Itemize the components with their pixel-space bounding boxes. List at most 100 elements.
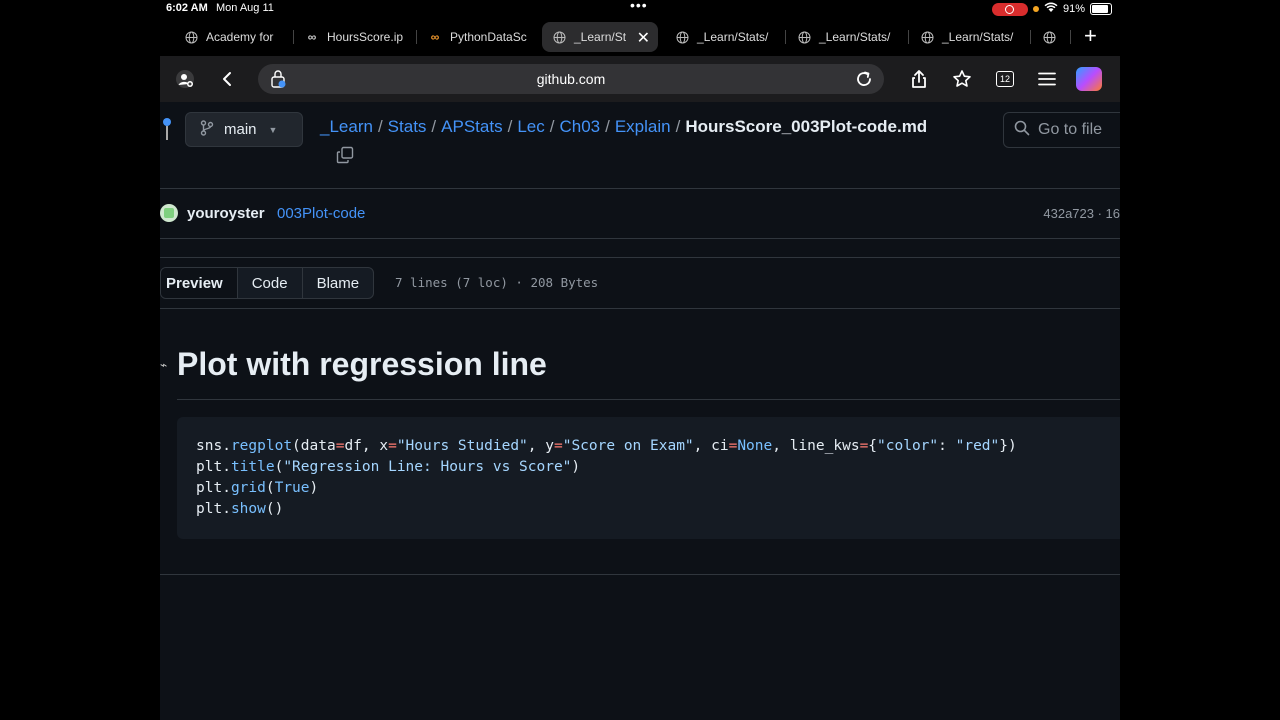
browser-toolbar: github.com 12 xyxy=(160,56,1120,102)
globe-icon xyxy=(920,30,934,44)
code-token: "Regression Line: Hours vs Score" xyxy=(283,459,572,475)
code-token: df, x xyxy=(344,438,389,454)
tab-divider xyxy=(785,30,786,44)
globe-icon xyxy=(675,30,689,44)
code-content: sns.regplot(data=df, x="Hours Studied", … xyxy=(196,438,1017,517)
breadcrumb-separator: / xyxy=(507,117,513,136)
tab-divider xyxy=(908,30,909,44)
tab-learn-stats-2[interactable]: _Learn/Stats/ xyxy=(797,22,897,52)
code-token: , line_kws xyxy=(772,438,860,454)
colab-icon: ∞ xyxy=(430,30,440,44)
tab-label: _Learn/Stats/ xyxy=(697,30,769,44)
globe-icon xyxy=(184,30,198,44)
avatar[interactable] xyxy=(160,204,178,222)
tab-count-icon[interactable]: 12 xyxy=(992,66,1018,92)
code-token: () xyxy=(265,501,284,517)
copy-path-icon[interactable] xyxy=(336,146,354,164)
code-token: , y xyxy=(527,438,554,454)
code-token: : xyxy=(938,438,956,454)
content-divider xyxy=(160,574,1120,575)
tab-label: Academy for xyxy=(206,30,274,44)
tab-label: _Learn/St xyxy=(574,30,627,44)
url-host: github.com xyxy=(536,71,606,87)
screen-recording-icon xyxy=(991,2,1028,16)
tab-label: _Learn/Stats/ xyxy=(942,30,1014,44)
code-token: "red" xyxy=(955,438,1000,454)
share-icon[interactable] xyxy=(906,66,932,92)
globe-icon xyxy=(797,30,811,44)
tab-active[interactable]: _Learn/St ✕ xyxy=(542,22,658,52)
code-token: True xyxy=(274,480,310,496)
breadcrumb-apstats[interactable]: APStats xyxy=(441,117,502,136)
tab-label: _Learn/Stats/ xyxy=(819,30,891,44)
breadcrumb-separator: / xyxy=(549,117,555,136)
browser-screen: 6:02 AM Mon Aug 11 ••• 91% Academy for ∞… xyxy=(160,0,1120,720)
breadcrumb-separator: / xyxy=(431,117,437,136)
sidebar-toggle[interactable] xyxy=(160,126,168,140)
globe-icon xyxy=(1042,30,1056,44)
view-mode-toggle: Preview Code Blame xyxy=(160,267,375,299)
address-bar[interactable]: github.com xyxy=(258,64,884,94)
tab-code[interactable]: Code xyxy=(236,268,302,298)
menu-icon[interactable] xyxy=(1034,66,1060,92)
heading-divider xyxy=(177,399,1120,400)
breadcrumb: _Learn / Stats / APStats / Lec / Ch03/Explain / Ho… xyxy=(320,117,927,137)
code-token: "Score on Exam" xyxy=(562,438,694,454)
breadcrumb-separator: / xyxy=(675,117,681,136)
reload-icon[interactable] xyxy=(854,69,874,94)
back-arrow-icon[interactable] xyxy=(214,66,240,92)
code-token: plt xyxy=(196,459,223,475)
code-block: sns.regplot(data=df, x="Hours Studied", … xyxy=(177,417,1120,539)
go-to-file-input[interactable]: Go to file xyxy=(1003,112,1120,148)
breadcrumb-separator: / xyxy=(605,117,610,136)
code-token: None xyxy=(737,438,773,454)
code-token: { xyxy=(868,438,878,454)
search-icon xyxy=(1014,120,1030,141)
commit-hash[interactable]: 432a723 · 16 xyxy=(1043,206,1120,221)
code-token: }) xyxy=(999,438,1017,454)
favorite-star-icon[interactable] xyxy=(949,66,975,92)
git-branch-icon xyxy=(200,120,214,139)
tab-learn-stats-3[interactable]: _Learn/Stats/ xyxy=(920,22,1020,52)
breadcrumb-learn[interactable]: _Learn xyxy=(320,117,373,136)
breadcrumb-explain[interactable]: Explain xyxy=(615,117,671,136)
breadcrumb-ch03[interactable]: Ch03 xyxy=(559,117,600,136)
new-tab-plus-icon[interactable]: + xyxy=(1084,24,1097,48)
file-name: HoursScore_003Plot-code.md xyxy=(685,117,928,136)
code-token: sns xyxy=(196,438,223,454)
code-token: show xyxy=(230,501,266,517)
tab-bar: Academy for ∞ HoursScore.ip ∞ PythonData… xyxy=(160,18,1120,56)
tab-blame[interactable]: Blame xyxy=(301,268,374,298)
file-view-bar: Preview Code Blame 7 lines (7 loc) · 208… xyxy=(160,257,1120,309)
chevron-down-icon: ▼ xyxy=(268,124,278,135)
code-token: plt xyxy=(196,501,223,517)
tab-divider xyxy=(416,30,417,44)
tab-preview[interactable]: Preview xyxy=(161,268,237,298)
code-token: , ci xyxy=(693,438,729,454)
code-token: title xyxy=(230,459,275,475)
mic-indicator-icon xyxy=(1032,6,1039,12)
breadcrumb-stats[interactable]: Stats xyxy=(388,117,427,136)
tab-overflow[interactable] xyxy=(1042,22,1064,52)
close-tab-icon[interactable]: ✕ xyxy=(637,28,650,48)
copilot-icon[interactable] xyxy=(1076,66,1102,92)
commit-author[interactable]: youroyster xyxy=(187,205,265,222)
multitasking-dots-icon[interactable]: ••• xyxy=(630,0,648,13)
repo-header xyxy=(160,102,1120,189)
branch-selector-button[interactable]: main ▼ xyxy=(185,112,303,147)
tab-label: HoursScore.ip xyxy=(327,30,404,44)
tab-learn-stats-1[interactable]: _Learn/Stats/ xyxy=(675,22,775,52)
status-bar: 6:02 AM Mon Aug 11 ••• 91% xyxy=(160,0,1120,18)
go-to-file-placeholder: Go to file xyxy=(1038,121,1103,138)
tab-divider xyxy=(293,30,294,44)
branch-name: main xyxy=(224,121,257,138)
code-token: "Hours Studied" xyxy=(396,438,528,454)
anchor-link-icon[interactable]: ⌁ xyxy=(160,358,167,372)
tab-pythondatascience[interactable]: ∞ PythonDataSc xyxy=(428,22,528,52)
commit-message-link[interactable]: 003Plot-code xyxy=(277,205,365,222)
tab-hoursscore[interactable]: ∞ HoursScore.ip xyxy=(305,22,405,52)
tab-academy[interactable]: Academy for xyxy=(184,22,284,52)
breadcrumb-lec[interactable]: Lec xyxy=(517,117,544,136)
tab-divider xyxy=(1030,30,1031,44)
profile-icon[interactable] xyxy=(172,66,198,92)
